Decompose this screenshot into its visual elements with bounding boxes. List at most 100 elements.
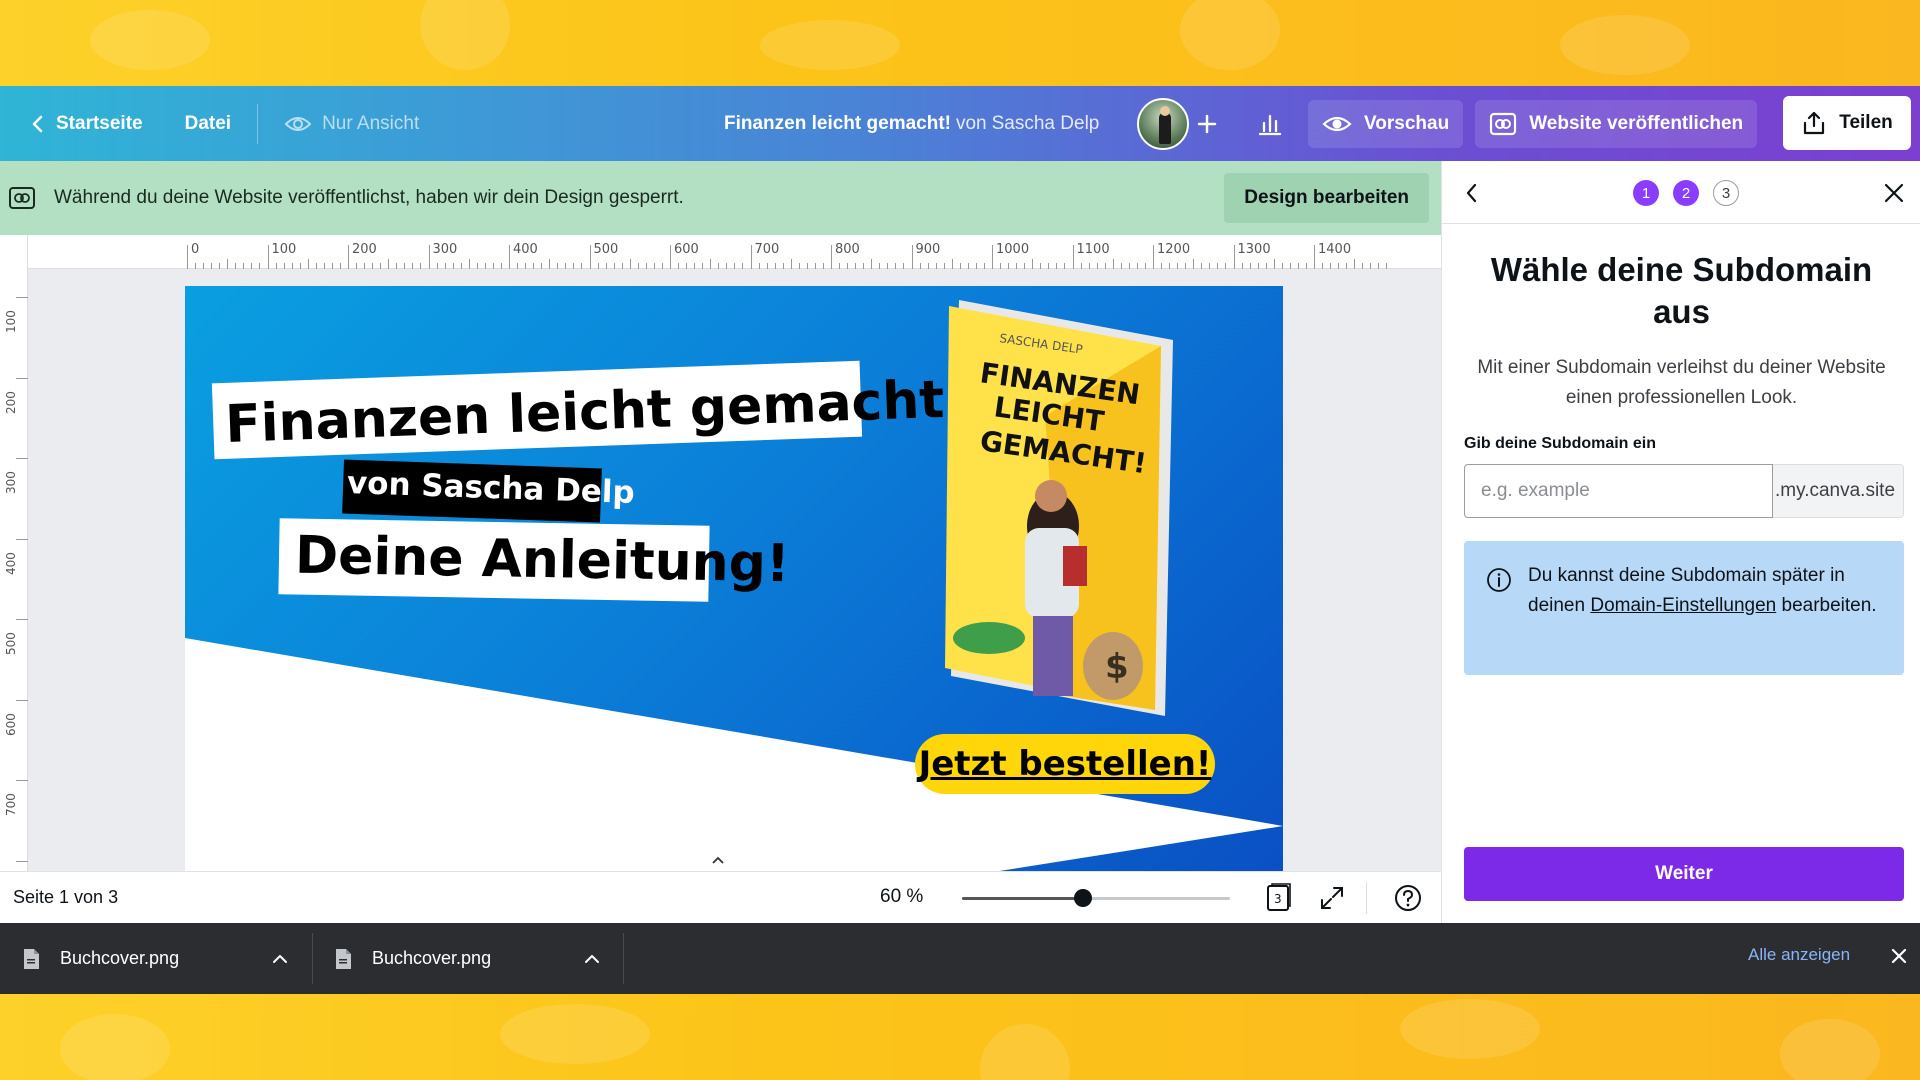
horizontal-ruler: 0 100 200 300 400 500 600 700 800 900 1000 1100 1200… [0, 235, 1441, 269]
subdomain-input[interactable] [1464, 464, 1773, 518]
ruler-minor-tick [1128, 263, 1130, 269]
ruler-minor-tick [323, 263, 325, 269]
ruler-label: 300 [4, 471, 18, 494]
ruler-minor-tick [307, 259, 309, 269]
ruler-minor-tick [822, 263, 824, 269]
help-icon [1395, 885, 1421, 911]
ruler-minor-tick [1265, 263, 1267, 269]
ruler-minor-tick [694, 263, 696, 269]
ruler-minor-tick [959, 263, 961, 269]
chevron-up-icon[interactable] [272, 951, 288, 965]
design-page[interactable]: Finanzen leicht gemacht! von Sascha Delp… [185, 286, 1283, 871]
zoom-slider[interactable] [962, 889, 1230, 907]
file-menu-button[interactable]: Datei [167, 100, 249, 148]
ruler-minor-tick [935, 263, 937, 269]
ruler-minor-tick [1281, 263, 1283, 269]
invite-button[interactable] [1192, 100, 1222, 148]
publish-website-panel: 1 2 3 Wähle deine Subdomain aus Mit eine… [1441, 161, 1920, 923]
ruler-label: 1200 [1157, 242, 1191, 257]
page-grid-button[interactable]: 3 [1262, 882, 1294, 914]
view-only-mode[interactable]: Nur Ansicht [266, 100, 437, 148]
ruler-minor-tick [444, 263, 446, 269]
ruler-minor-tick [299, 263, 301, 269]
page-info: Seite 1 von 3 [13, 887, 119, 907]
preview-label: Vorschau [1364, 113, 1450, 134]
zoom-value[interactable]: 60 % [880, 886, 923, 908]
ruler-minor-tick [1330, 263, 1332, 269]
ruler-minor-tick [927, 263, 929, 269]
ruler-label: 1100 [1076, 242, 1110, 257]
ruler-minor-tick [1112, 259, 1114, 269]
download-item[interactable]: Buchcover.png [22, 923, 292, 994]
edit-design-button[interactable]: Design bearbeiten [1224, 173, 1429, 223]
ruler-minor-tick [356, 263, 358, 269]
website-icon [1490, 112, 1517, 136]
ruler-minor-tick [766, 263, 768, 269]
back-chevron-icon[interactable] [1462, 181, 1482, 205]
chevron-up-icon[interactable] [584, 951, 600, 965]
ruler-minor-tick [951, 259, 953, 269]
ruler-minor-tick [871, 259, 873, 269]
ruler-minor-tick [1000, 263, 1002, 269]
ruler-corner [0, 235, 28, 269]
fullscreen-button[interactable] [1316, 882, 1348, 914]
eye-icon [1322, 116, 1352, 132]
help-button[interactable] [1392, 882, 1424, 914]
order-now-label: Jetzt bestellen! [918, 744, 1212, 784]
close-icon[interactable] [1888, 945, 1910, 967]
download-item[interactable]: Buchcover.png [334, 923, 604, 994]
step-1: 1 [1633, 180, 1659, 206]
step-2: 2 [1673, 180, 1699, 206]
domain-settings-link[interactable]: Domain-Einstellungen [1590, 595, 1776, 616]
ruler-minor-tick [1225, 263, 1227, 269]
ruler-tick [750, 245, 752, 269]
ruler-label: 200 [352, 242, 377, 257]
ruler-tick [16, 458, 28, 459]
collapse-pages-handle[interactable] [672, 850, 764, 870]
ruler-minor-tick [1193, 259, 1195, 269]
insights-button[interactable] [1244, 100, 1296, 148]
user-avatar[interactable] [1137, 98, 1189, 150]
preview-button[interactable]: Vorschau [1308, 100, 1464, 148]
ruler-minor-tick [1378, 263, 1380, 269]
home-label: Startseite [56, 112, 143, 134]
ruler-tick [1072, 245, 1074, 269]
zoom-slider-knob[interactable] [1073, 889, 1092, 907]
bar-chart-icon [1258, 114, 1282, 136]
file-icon [24, 948, 39, 969]
share-button[interactable]: Teilen [1783, 96, 1911, 150]
zoom-slider-fill [962, 897, 1083, 900]
home-button[interactable]: Startseite [12, 100, 161, 148]
ruler-minor-tick [1201, 263, 1203, 269]
ruler-minor-tick [1088, 263, 1090, 269]
publish-website-button[interactable]: Website veröffentlichen [1475, 100, 1758, 148]
ruler-minor-tick [1104, 263, 1106, 269]
canva-app: Startseite Datei Nur Ansicht Finanzen le… [0, 86, 1920, 994]
ruler-minor-tick [460, 263, 462, 269]
ruler-minor-tick [790, 259, 792, 269]
downloads-bar: Buchcover.png Buchcover.png Alle anzeige… [0, 923, 1920, 994]
ruler-minor-tick [1217, 263, 1219, 269]
svg-text:$: $ [1105, 647, 1129, 687]
next-button[interactable]: Weiter [1464, 847, 1904, 901]
ruler-minor-tick [251, 263, 253, 269]
expand-icon [1321, 887, 1343, 909]
ruler-label: 700 [754, 242, 780, 257]
ruler-minor-tick [983, 263, 985, 269]
ruler-tick [1314, 245, 1315, 269]
ruler-minor-tick [1209, 263, 1211, 269]
ruler-minor-tick [195, 263, 197, 269]
ruler-minor-tick [1096, 263, 1098, 269]
ruler-minor-tick [235, 263, 237, 269]
ruler-minor-tick [420, 263, 422, 269]
ruler-minor-tick [1169, 263, 1171, 269]
show-all-downloads-link[interactable]: Alle anzeigen [1748, 945, 1850, 965]
ruler-label: 500 [593, 242, 619, 257]
ruler-minor-tick [1322, 263, 1324, 269]
document-title[interactable]: Finanzen leicht gemacht! von Sascha Delp [724, 86, 1099, 161]
close-icon[interactable] [1883, 182, 1905, 204]
ruler-label: 100 [271, 242, 297, 257]
ruler-tick [16, 377, 28, 379]
ruler-minor-tick [525, 263, 527, 269]
ruler-minor-tick [1144, 263, 1146, 269]
